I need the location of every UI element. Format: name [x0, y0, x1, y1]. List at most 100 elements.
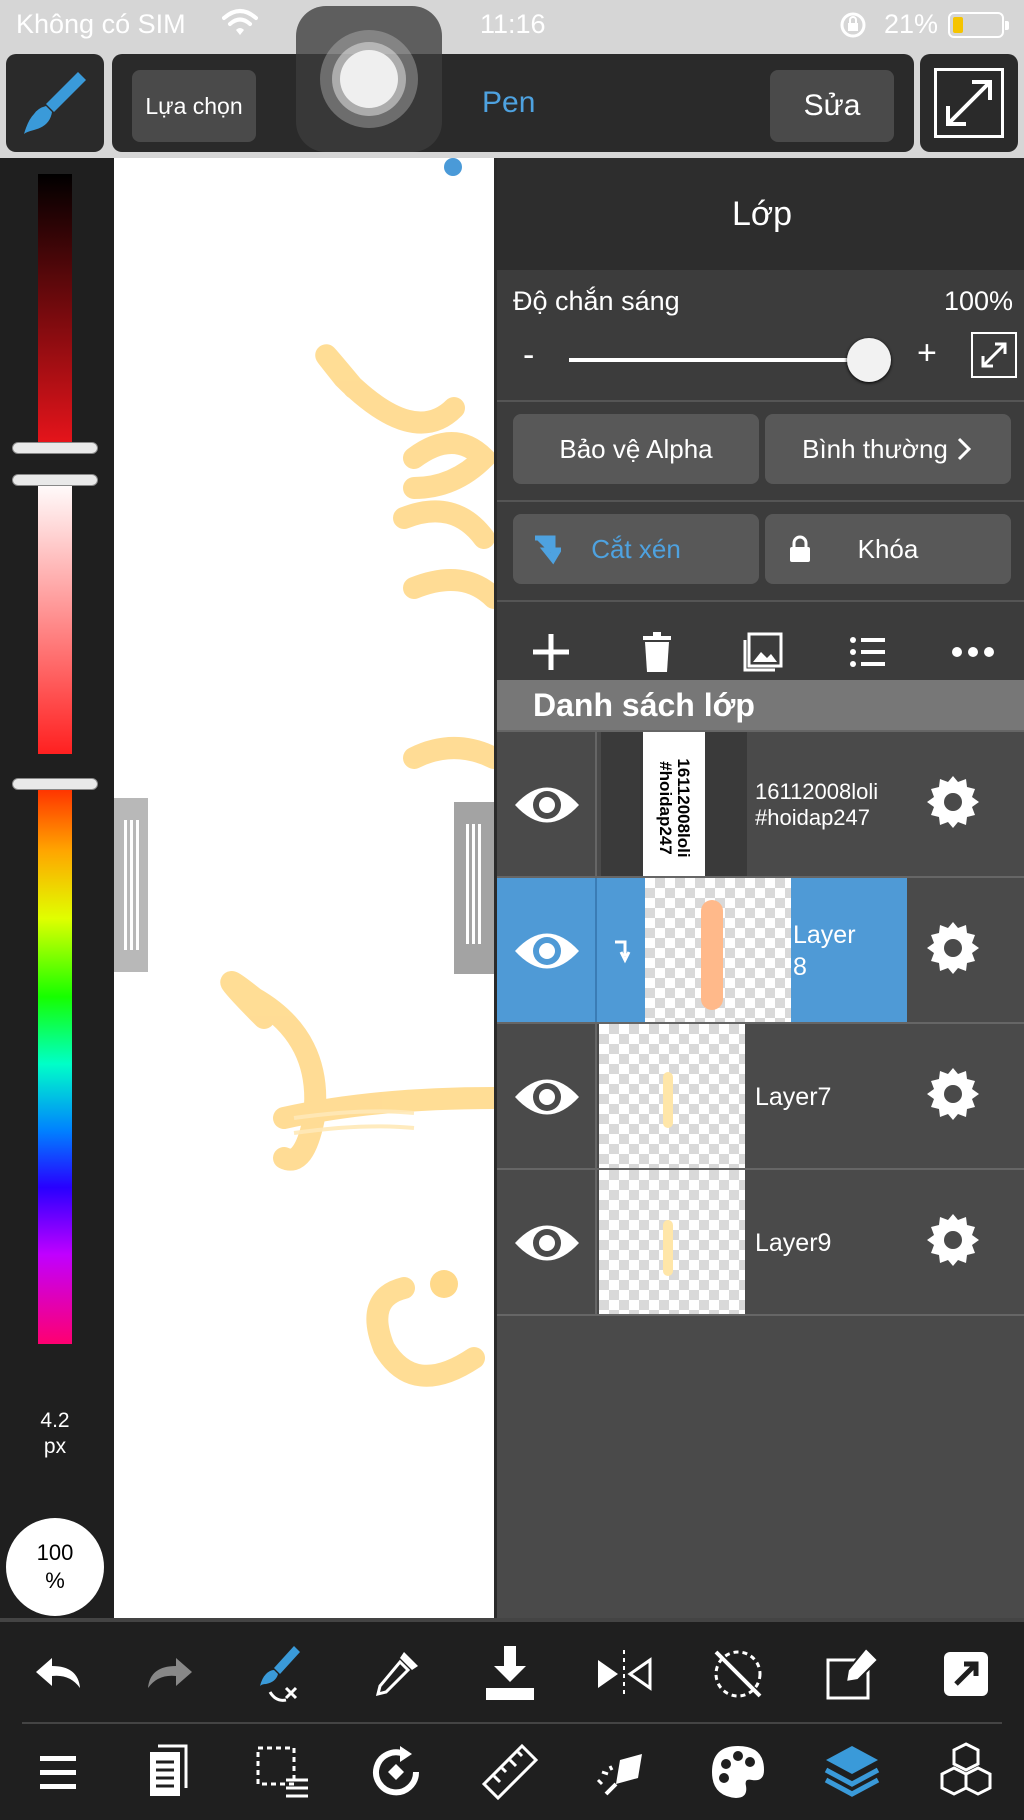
- chevron-right-icon: [957, 437, 972, 461]
- layer-panel-title: Lớp: [497, 158, 1024, 270]
- layer-name[interactable]: 16112008loli #hoidap247: [755, 732, 878, 878]
- lock-icon: [790, 535, 810, 562]
- gear-icon[interactable]: [923, 918, 983, 978]
- opacity-slider-track[interactable]: [569, 358, 869, 362]
- layer-row[interactable]: 16112008loli #hoidap247 16112008loli #ho…: [497, 730, 1024, 878]
- assistive-touch-button[interactable]: [296, 6, 442, 152]
- layer-options-row: Bảo vệ Alpha Bình thường: [497, 400, 1024, 500]
- eye-icon: [515, 1225, 579, 1261]
- layer-row[interactable]: Layer7: [497, 1022, 1024, 1170]
- gear-icon[interactable]: [923, 1210, 983, 1270]
- blend-mode-label: Bình thường: [802, 433, 948, 464]
- delete-layer-icon[interactable]: [635, 630, 679, 674]
- expand-icon: [946, 80, 992, 126]
- layer-visibility-toggle[interactable]: [497, 878, 597, 1024]
- layer-thumbnail[interactable]: [645, 878, 791, 1024]
- eye-icon: [515, 933, 579, 969]
- share-icon[interactable]: [934, 1642, 998, 1706]
- transform-rotate-icon[interactable]: [364, 1740, 428, 1804]
- wifi-icon: [222, 9, 258, 35]
- flip-horizontal-icon[interactable]: [592, 1642, 656, 1706]
- layer-panel-drag-handle[interactable]: [454, 802, 494, 974]
- clock: 11:16: [480, 9, 546, 39]
- top-toolbar: Lựa chọn Pen Sửa: [0, 50, 1024, 158]
- menu-icon[interactable]: [26, 1740, 90, 1804]
- palette-icon[interactable]: [706, 1740, 770, 1804]
- layer-opacity-label: Độ chắn sáng: [513, 286, 680, 316]
- layer-row[interactable]: Layer9: [497, 1168, 1024, 1316]
- thumbnail-text: 16112008loli #hoidap247: [656, 758, 693, 858]
- materials-icon[interactable]: [934, 1740, 998, 1804]
- brush-opacity-unit: %: [45, 1568, 65, 1593]
- left-panel-drag-handle[interactable]: [114, 798, 148, 972]
- alpha-protect-button[interactable]: Bảo vệ Alpha: [513, 414, 759, 484]
- brush-size-indicator[interactable]: 4.2 px: [24, 1408, 86, 1460]
- selection-button[interactable]: Lựa chọn: [132, 70, 256, 142]
- expand-icon: [981, 342, 1007, 368]
- clipping-indicator: [597, 878, 645, 1024]
- layer-list-icon[interactable]: [845, 630, 889, 674]
- eye-icon: [515, 787, 579, 823]
- layer-clip-lock-row: Cắt xén Khóa: [497, 500, 1024, 600]
- undo-icon[interactable]: [26, 1642, 90, 1706]
- ruler-icon[interactable]: [478, 1740, 542, 1804]
- rotate-reset-icon[interactable]: [706, 1642, 770, 1706]
- opacity-slider-knob[interactable]: [847, 338, 891, 382]
- fill-icon[interactable]: [592, 1740, 656, 1804]
- brush-button[interactable]: [6, 54, 104, 152]
- eyedropper-icon[interactable]: [364, 1642, 428, 1706]
- lock-button[interactable]: Khóa: [765, 514, 1011, 584]
- layer-thumbnail[interactable]: 16112008loli #hoidap247: [601, 732, 747, 878]
- drawing-canvas[interactable]: [114, 158, 494, 1618]
- layer-opacity-value: 100%: [943, 286, 1013, 316]
- current-tool-label[interactable]: Pen: [482, 86, 535, 120]
- brush-size-unit: px: [43, 1435, 67, 1458]
- carrier-label: Không có SIM: [16, 9, 186, 39]
- layer-thumbnail[interactable]: [599, 1024, 745, 1170]
- layer-name[interactable]: Layer9: [755, 1170, 831, 1316]
- saturation-handle[interactable]: [12, 474, 98, 486]
- color-panel: 4.2 px 100%: [0, 158, 114, 1618]
- brightness-slider[interactable]: [38, 174, 72, 446]
- brush-transform-icon[interactable]: [250, 1642, 314, 1706]
- save-download-icon[interactable]: [478, 1642, 542, 1706]
- saturation-slider[interactable]: [38, 480, 72, 754]
- fullscreen-button[interactable]: [920, 54, 1018, 152]
- redo-icon[interactable]: [138, 1642, 202, 1706]
- opacity-increase-button[interactable]: +: [917, 334, 937, 373]
- rotation-lock-icon: [840, 12, 866, 38]
- layer-thumbnail[interactable]: [599, 1170, 745, 1316]
- layer-name[interactable]: Layer7: [755, 1024, 831, 1170]
- layers-icon[interactable]: [820, 1740, 884, 1804]
- add-layer-icon[interactable]: [529, 630, 573, 674]
- clipping-button[interactable]: Cắt xén: [513, 514, 759, 584]
- layer-name[interactable]: Layer 8: [793, 878, 907, 1024]
- hue-handle[interactable]: [12, 778, 98, 790]
- more-options-icon[interactable]: [951, 630, 995, 674]
- layer-opacity-row: Độ chắn sáng 100% - +: [497, 270, 1024, 400]
- brush-opacity-indicator[interactable]: 100%: [6, 1518, 104, 1616]
- layer-row-selected[interactable]: Layer 8: [497, 876, 1024, 1024]
- import-image-icon[interactable]: [741, 630, 785, 674]
- layer-visibility-toggle[interactable]: [497, 732, 597, 878]
- layer-list-end-divider: [497, 1314, 1024, 1316]
- clipping-arrow-icon: [615, 940, 631, 964]
- layer-expand-button[interactable]: [971, 332, 1017, 378]
- bottom-toolbar: [0, 1618, 1024, 1820]
- edit-canvas-icon[interactable]: [820, 1642, 884, 1706]
- hue-slider[interactable]: [38, 784, 72, 1344]
- pages-icon[interactable]: [138, 1740, 202, 1804]
- eye-icon: [515, 1079, 579, 1115]
- layer-visibility-toggle[interactable]: [497, 1170, 597, 1316]
- opacity-decrease-button[interactable]: -: [523, 336, 534, 375]
- gear-icon[interactable]: [923, 772, 983, 832]
- selection-icon[interactable]: [250, 1740, 314, 1804]
- gear-icon[interactable]: [923, 1064, 983, 1124]
- tool-bar-center: Lựa chọn Pen Sửa: [112, 54, 914, 152]
- paintbrush-icon: [24, 72, 86, 134]
- brightness-handle[interactable]: [12, 442, 98, 454]
- layer-visibility-toggle[interactable]: [497, 1024, 597, 1170]
- status-bar: Không có SIM 11:16 21%: [0, 0, 1024, 50]
- edit-button[interactable]: Sửa: [770, 70, 894, 142]
- blend-mode-button[interactable]: Bình thường: [765, 414, 1011, 484]
